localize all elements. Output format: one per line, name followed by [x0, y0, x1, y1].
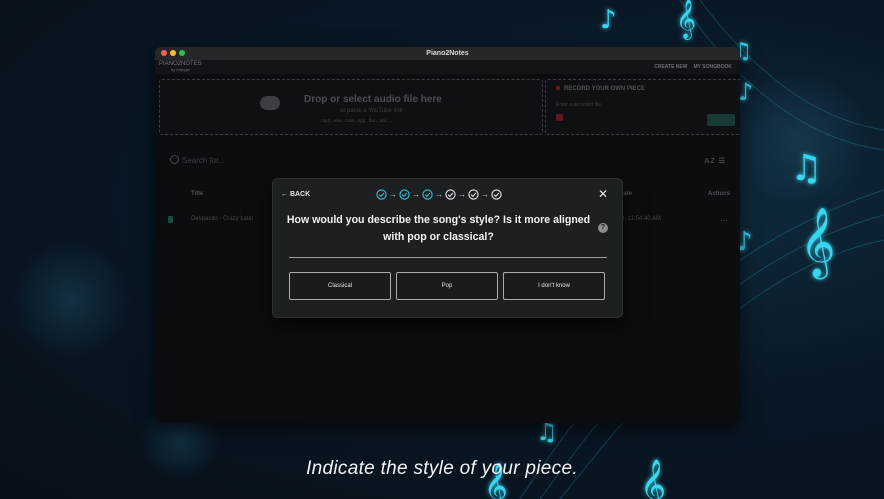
record-label: Enter a recorded file	[556, 102, 602, 108]
step-check-icon	[376, 189, 387, 200]
svg-text:𝄞: 𝄞	[676, 0, 696, 40]
step-check-icon	[468, 189, 479, 200]
step-check-icon	[422, 189, 433, 200]
progress-steps: → → → → →	[376, 189, 502, 200]
maximize-window-button[interactable]	[179, 50, 185, 56]
step-arrow-icon: →	[458, 190, 466, 199]
step-arrow-icon: →	[435, 190, 443, 199]
step-check-icon	[491, 189, 502, 200]
minimize-window-button[interactable]	[170, 50, 176, 56]
app-logo[interactable]: PIANO2NOTES by Klangio	[159, 61, 202, 73]
option-dont-know-button[interactable]: I don't know	[503, 272, 605, 300]
search-icon	[170, 155, 179, 164]
row-actions-button[interactable]: …	[720, 214, 728, 223]
cloud-upload-icon	[260, 96, 280, 110]
svg-text:♪: ♪	[738, 78, 753, 106]
back-button[interactable]: ← BACK	[281, 191, 310, 198]
step-arrow-icon: →	[481, 190, 489, 199]
record-title-text: RECORD YOUR OWN PIECE	[564, 86, 645, 92]
audio-dropzone[interactable]: Drop or select audio file here or paste …	[159, 79, 543, 135]
sort-label: AZ	[704, 158, 716, 165]
search-input[interactable]: Search for...	[182, 156, 225, 165]
record-title: RECORD YOUR OWN PIECE	[556, 86, 645, 92]
answer-options: Classical Pop I don't know	[289, 272, 605, 300]
dropzone-formats: .mp3, .wav, .m4a, .ogg, .flac, .aac, ...	[320, 118, 394, 123]
create-new-link[interactable]: CREATE NEW	[654, 64, 687, 70]
video-caption: Indicate the style of your piece.	[306, 458, 578, 479]
record-dot-icon	[556, 86, 560, 90]
close-modal-button[interactable]: ✕	[598, 188, 608, 200]
option-classical-button[interactable]: Classical	[289, 272, 391, 300]
step-arrow-icon: →	[412, 190, 420, 199]
app-header: PIANO2NOTES by Klangio CREATE NEW MY SON…	[155, 60, 740, 74]
svg-text:𝄞: 𝄞	[800, 207, 835, 279]
step-check-icon	[445, 189, 456, 200]
logo-subtext: by Klangio	[171, 67, 190, 72]
column-header-title[interactable]: Title	[191, 191, 203, 197]
style-question-modal: ← BACK → → → → → ✕ How would you describe th…	[272, 178, 623, 318]
record-submit-button[interactable]	[707, 114, 735, 126]
row-date: 3, 11:54:40 AM	[621, 216, 661, 222]
search-placeholder: Search for...	[182, 156, 226, 165]
header-nav: CREATE NEW MY SONGBOOK	[654, 64, 732, 70]
column-header-actions: Actions	[707, 191, 730, 197]
file-icon	[168, 216, 173, 223]
record-panel: RECORD YOUR OWN PIECE Enter a recorded f…	[545, 79, 740, 135]
sort-control[interactable]: AZ ☰	[704, 157, 726, 165]
record-button[interactable]	[556, 114, 563, 121]
row-title[interactable]: Despacito - Crazy Latin	[191, 216, 253, 222]
svg-text:♪: ♪	[600, 5, 617, 35]
window-titlebar: Piano2Notes	[155, 47, 740, 60]
window-controls	[161, 50, 185, 56]
svg-text:♫: ♫	[790, 148, 822, 189]
option-pop-button[interactable]: Pop	[396, 272, 498, 300]
close-window-button[interactable]	[161, 50, 167, 56]
dropzone-subtitle: or paste a YouTube link	[340, 108, 403, 114]
step-check-icon	[399, 189, 410, 200]
help-icon[interactable]: ?	[598, 223, 608, 233]
window-title: Piano2Notes	[426, 50, 469, 57]
my-songbook-link[interactable]: MY SONGBOOK	[693, 64, 732, 70]
dropzone-title: Drop or select audio file here	[304, 94, 442, 105]
modal-divider	[289, 257, 607, 258]
step-arrow-icon: →	[389, 190, 397, 199]
modal-question: How would you describe the song's style?…	[286, 214, 591, 243]
